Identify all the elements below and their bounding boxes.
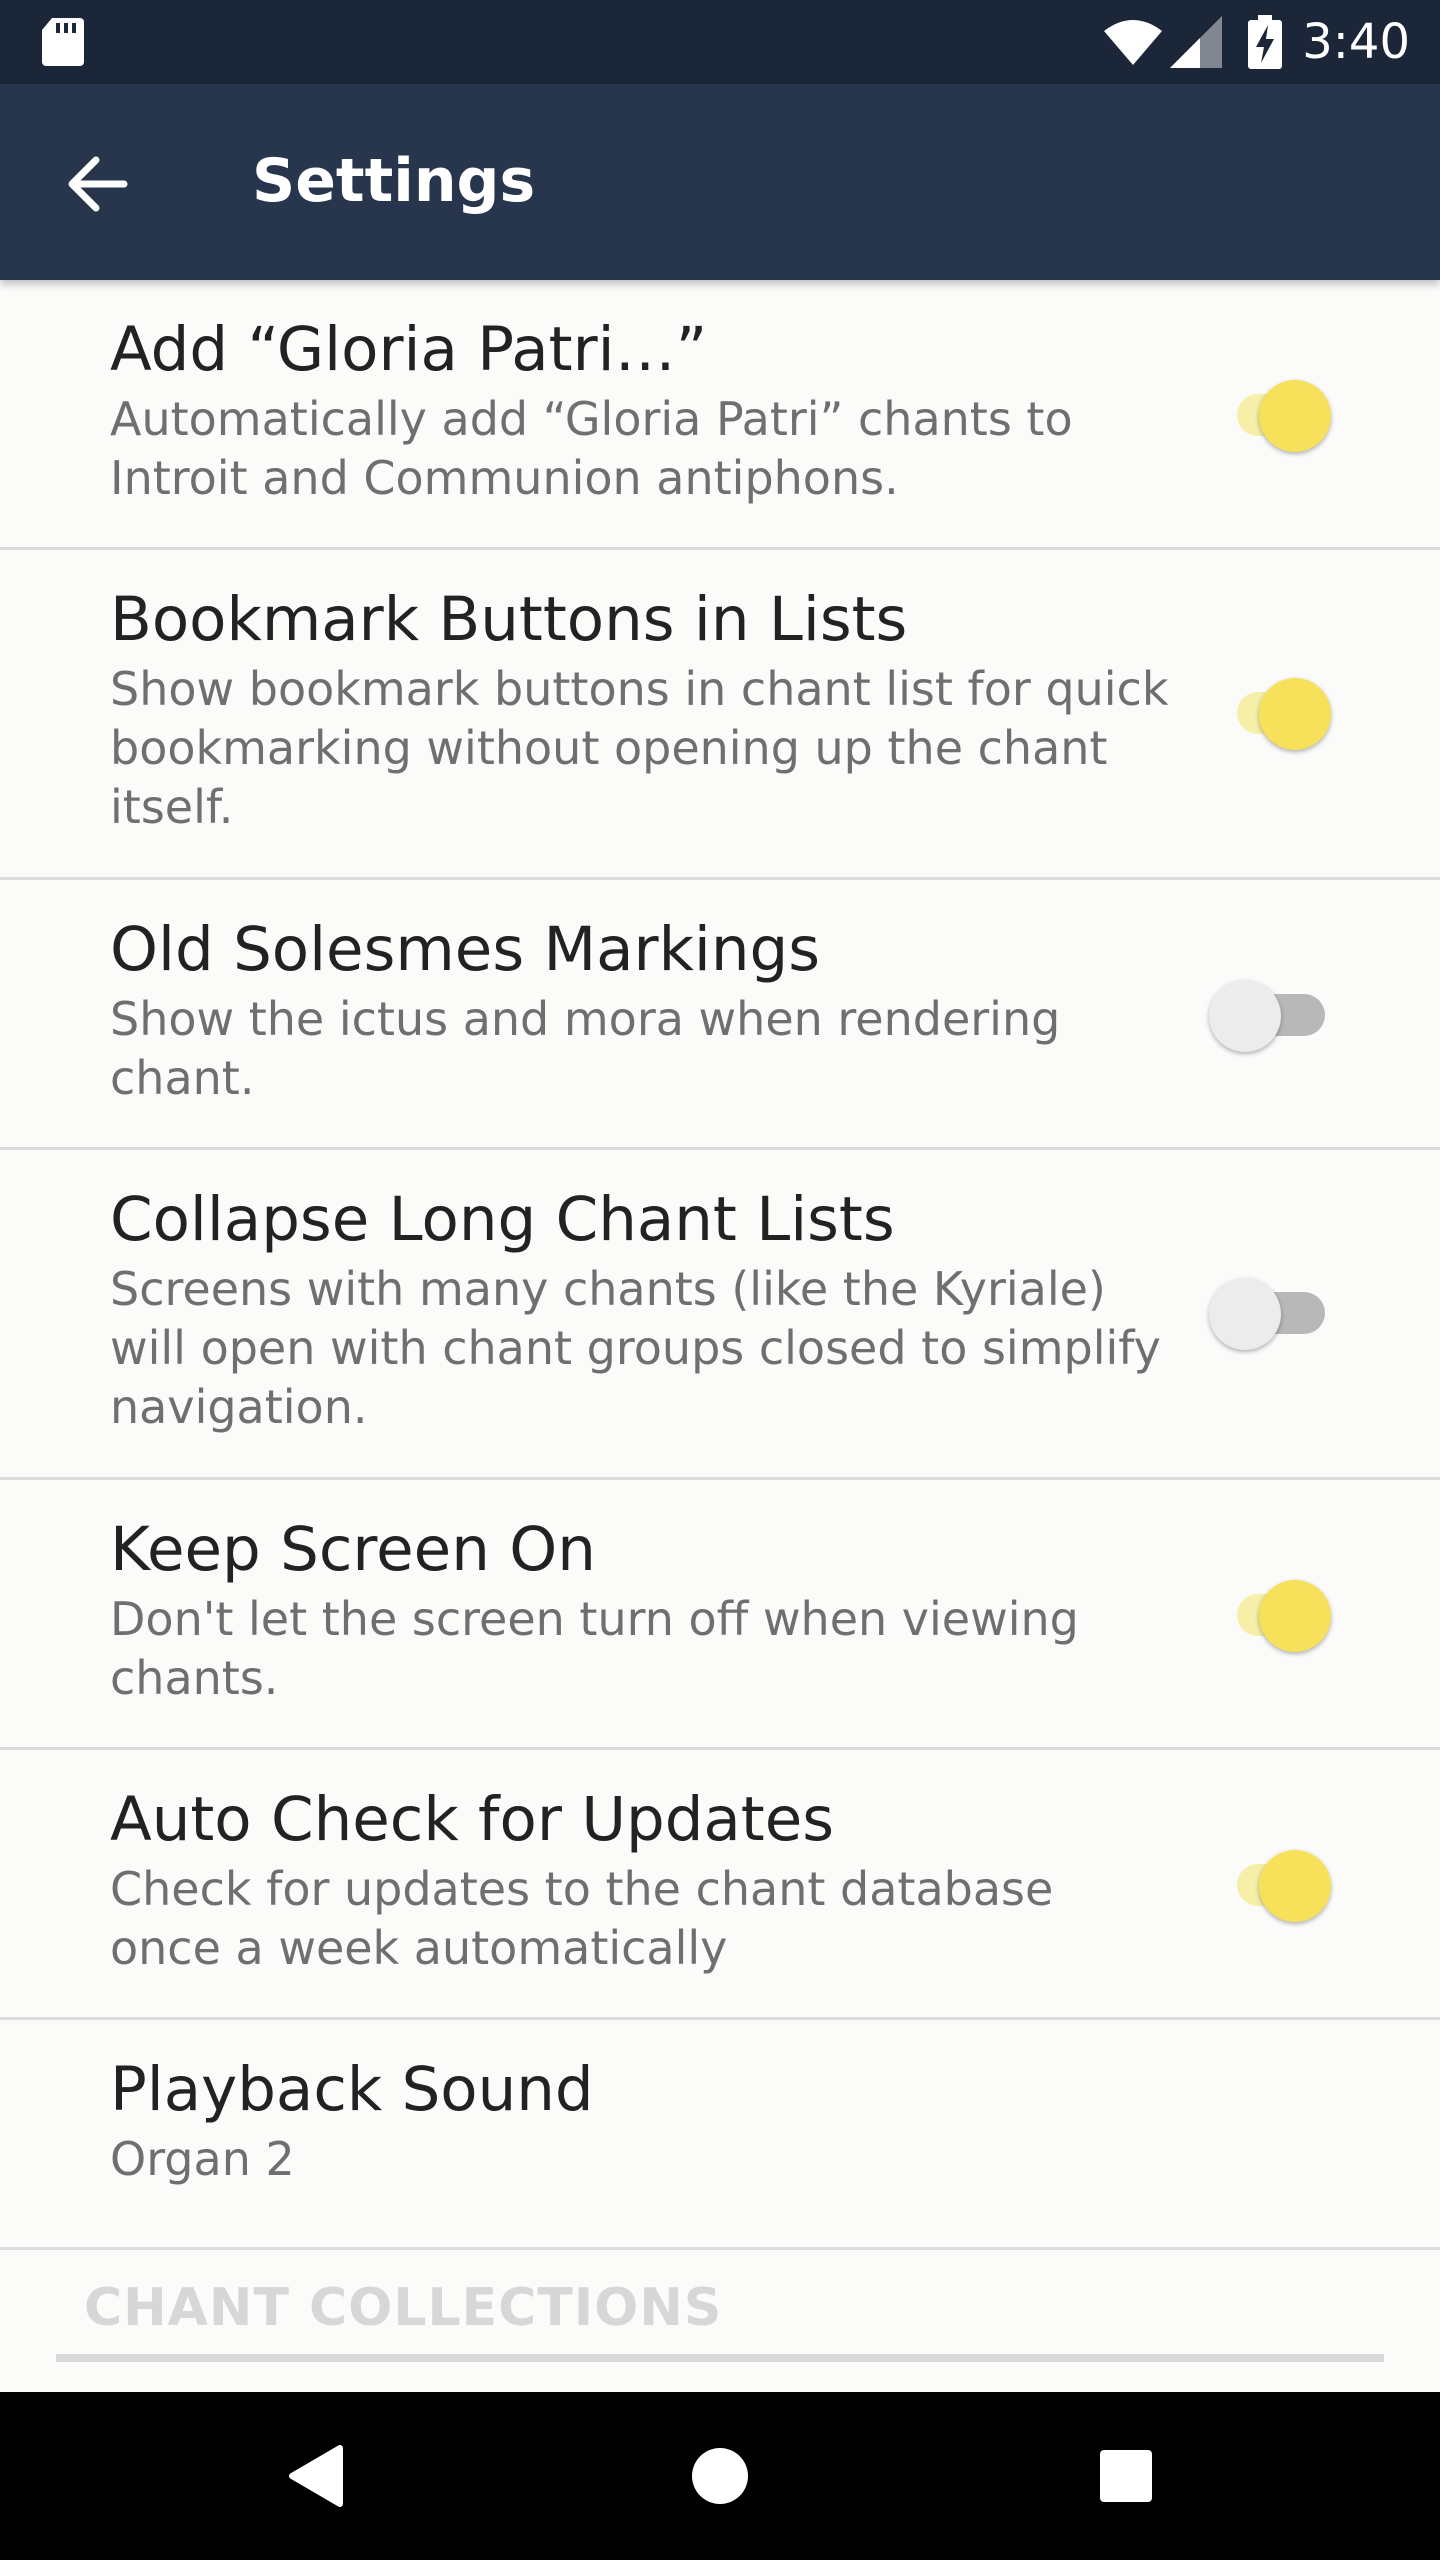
wifi-icon [1104, 20, 1163, 65]
status-bar: 3:40 [0, 0, 1440, 84]
switch-thumb [1209, 980, 1281, 1052]
navigation-bar [0, 2392, 1440, 2560]
gloria-patri-switch[interactable] [1219, 370, 1335, 452]
setting-summary: Organ 2 [110, 2132, 295, 2186]
switch-thumb [1259, 380, 1331, 452]
bookmark-buttons-switch[interactable] [1219, 668, 1335, 750]
back-triangle-icon [289, 2445, 343, 2507]
old-solesmes-switch[interactable] [1209, 970, 1335, 1052]
switch-thumb [1259, 678, 1331, 750]
setting-summary: Automatically add “Gloria Patri” chants … [110, 392, 1073, 505]
setting-text: Add “Gloria Patri…” Automatically add “G… [110, 310, 1170, 508]
setting-summary: Show bookmark buttons in chant list for … [110, 662, 1169, 834]
nav-home-button[interactable] [680, 2436, 760, 2516]
setting-auto-check-updates[interactable]: Auto Check for Updates Check for updates… [0, 1750, 1440, 2020]
collapse-lists-switch[interactable] [1209, 1268, 1335, 1350]
recents-square-icon [1100, 2450, 1152, 2502]
setting-summary: Screens with many chants (like the Kyria… [110, 1262, 1161, 1434]
app-bar: Settings [0, 84, 1440, 280]
section-header: CHANT COLLECTIONS [0, 2250, 1440, 2360]
page-title: Settings [252, 146, 536, 216]
setting-text: Old Solesmes Markings Show the ictus and… [110, 910, 1170, 1108]
nav-back-button[interactable] [276, 2436, 356, 2516]
setting-title: Bookmark Buttons in Lists [110, 584, 908, 655]
back-button[interactable] [56, 142, 140, 226]
setting-text: Bookmark Buttons in Lists Show bookmark … [110, 580, 1170, 837]
section-header-label: CHANT COLLECTIONS [84, 2278, 723, 2338]
setting-title: Playback Sound [110, 2054, 594, 2125]
setting-keep-screen-on[interactable]: Keep Screen On Don't let the screen turn… [0, 1480, 1440, 1750]
nav-recents-button[interactable] [1086, 2436, 1166, 2516]
setting-old-solesmes[interactable]: Old Solesmes Markings Show the ictus and… [0, 880, 1440, 1150]
setting-summary: Check for updates to the chant database … [110, 1862, 1054, 1975]
battery-charging-icon [1248, 15, 1283, 69]
switch-thumb [1259, 1580, 1331, 1652]
setting-text: Auto Check for Updates Check for updates… [110, 1780, 1170, 1978]
setting-title: Collapse Long Chant Lists [110, 1184, 895, 1255]
setting-title: Keep Screen On [110, 1514, 596, 1585]
setting-title: Auto Check for Updates [110, 1784, 835, 1855]
arrow-left-icon [68, 156, 128, 212]
setting-playback-sound[interactable]: Playback Sound Organ 2 [0, 2020, 1440, 2250]
setting-summary: Show the ictus and mora when rendering c… [110, 992, 1061, 1105]
keep-screen-on-switch[interactable] [1219, 1570, 1335, 1652]
section-divider [56, 2354, 1384, 2362]
setting-title: Old Solesmes Markings [110, 914, 821, 985]
switch-thumb [1209, 1278, 1281, 1350]
setting-title: Add “Gloria Patri…” [110, 314, 708, 385]
home-circle-icon [692, 2448, 748, 2504]
sd-card-icon [42, 18, 84, 66]
setting-text: Playback Sound Organ 2 [110, 2050, 1170, 2189]
signal-icon [1170, 16, 1223, 68]
setting-collapse-lists[interactable]: Collapse Long Chant Lists Screens with m… [0, 1150, 1440, 1480]
auto-check-updates-switch[interactable] [1219, 1840, 1335, 1922]
setting-text: Collapse Long Chant Lists Screens with m… [110, 1180, 1170, 1437]
setting-text: Keep Screen On Don't let the screen turn… [110, 1510, 1170, 1708]
setting-bookmark-buttons[interactable]: Bookmark Buttons in Lists Show bookmark … [0, 550, 1440, 880]
settings-list: Add “Gloria Patri…” Automatically add “G… [0, 280, 1440, 2360]
setting-summary: Don't let the screen turn off when viewi… [110, 1592, 1079, 1705]
switch-thumb [1259, 1850, 1331, 1922]
status-time: 3:40 [1302, 14, 1410, 70]
setting-gloria-patri[interactable]: Add “Gloria Patri…” Automatically add “G… [0, 280, 1440, 550]
